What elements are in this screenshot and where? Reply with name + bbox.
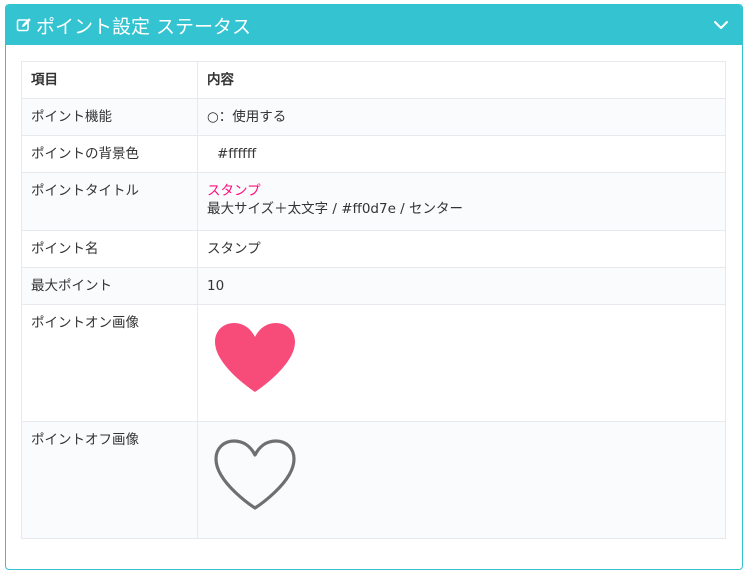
panel-title: ポイント設定 ステータス [36,15,252,38]
row-value: ○：使用する [197,98,726,136]
row-value [197,421,726,539]
point-title-text: スタンプ [207,183,261,199]
row-value: スタンプ [197,230,726,268]
table-row: ポイント機能 ○：使用する [21,98,726,136]
heart-outline-icon [214,439,296,510]
panel-header[interactable]: ポイント設定 ステータス [6,5,742,45]
row-value: 10 [197,267,726,305]
row-label: 最大ポイント [21,267,198,305]
heart-filled-icon [215,323,295,392]
row-label: ポイントオン画像 [21,304,198,422]
row-value: #ffffff [197,135,726,173]
table-row: ポイントオフ画像 [21,421,726,539]
status-table: 項目 内容 ポイント機能 ○：使用する ポイントの背景色 #ffffff ポイン… [21,61,726,539]
header-content: 内容 [197,61,726,99]
table-row: 最大ポイント 10 [21,267,726,305]
point-title-detail: 最大サイズ＋太文字 / #ff0d7e / センター [207,201,464,217]
row-label: ポイントタイトル [21,172,198,231]
table-row: ポイントオン画像 [21,304,726,422]
table-row: ポイント名 スタンプ [21,230,726,268]
panel-body: 項目 内容 ポイント機能 ○：使用する ポイントの背景色 #ffffff ポイン… [6,45,742,539]
row-value [197,304,726,422]
point-settings-panel: ポイント設定 ステータス 項目 内容 ポイント機能 ○：使用する ポイントの背景… [5,4,743,570]
chevron-down-icon[interactable] [712,16,730,34]
row-value: スタンプ 最大サイズ＋太文字 / #ff0d7e / センター [197,172,726,231]
bgcolor-value: #ffffff [217,146,257,162]
table-header-row: 項目 内容 [21,61,726,99]
edit-icon [16,17,32,33]
table-row: ポイントタイトル スタンプ 最大サイズ＋太文字 / #ff0d7e / センター [21,172,726,231]
table-row: ポイントの背景色 #ffffff [21,135,726,173]
header-item: 項目 [21,61,198,99]
row-label: ポイントオフ画像 [21,421,198,539]
row-label: ポイント名 [21,230,198,268]
row-label: ポイント機能 [21,98,198,136]
row-label: ポイントの背景色 [21,135,198,173]
